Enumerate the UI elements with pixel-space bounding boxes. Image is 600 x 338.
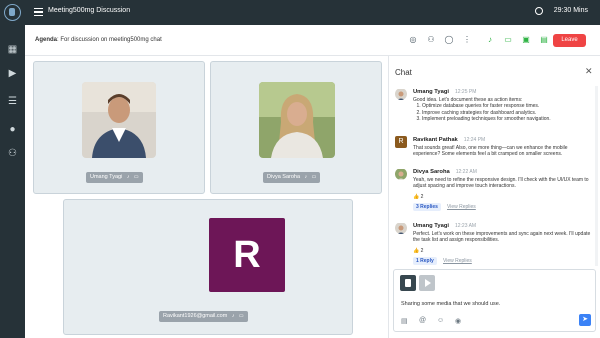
avatar: R [395, 136, 407, 148]
meeting-title: Meeting500mg Discussion [48, 7, 131, 14]
send-button[interactable]: ➤ [579, 314, 591, 326]
avatar [395, 88, 407, 100]
message-time: 12:23 AM [454, 223, 477, 229]
message-body: Perfect. Let's work on these improvement… [413, 231, 591, 244]
message-author: Umang Tyagi [413, 223, 449, 229]
message-author: Umang Tyagi [413, 89, 449, 95]
reaction-thumbs-up[interactable]: 👍 2 [413, 248, 423, 254]
message-body: Yeah, we need to refine the responsive d… [413, 177, 589, 190]
message-time: 12:25 PM [454, 89, 477, 95]
document-attachment-icon[interactable] [400, 275, 416, 291]
reaction-thumbs-up[interactable]: 👍 2 [413, 194, 423, 200]
message-body: That sounds great! Also, one more thing—… [413, 145, 568, 158]
participant-tile[interactable]: Divya Saroha ♪ ▭ [210, 61, 382, 194]
mic-icon: ♪ [304, 174, 308, 180]
record-icon[interactable]: ▤ [539, 35, 549, 45]
camera-off-icon: ▭ [238, 313, 244, 319]
camera-off-icon: ▭ [133, 174, 139, 180]
message-time: 12:22 AM [455, 169, 477, 175]
video-attachment-icon[interactable] [419, 275, 435, 291]
target-icon[interactable]: ◎ [408, 35, 418, 45]
message-author-line: Divya Saroha 12:22 AM [413, 169, 477, 175]
layers-icon[interactable]: ☰ [7, 96, 18, 107]
mention-icon[interactable]: @ [419, 317, 426, 324]
chat-message: Umang Tyagi 12:25 PM Good idea. Let's doc… [395, 88, 595, 130]
mic-icon[interactable]: ♪ [485, 35, 495, 45]
action-item: Implement preloading techniques for smoo… [422, 116, 595, 122]
participant-name: Ravikant1926@gmail.com [163, 313, 228, 319]
participant-name-tag: Ravikant1926@gmail.com ♪ ▭ [159, 311, 248, 322]
leave-button[interactable]: Leave [553, 34, 586, 47]
avatar [395, 222, 407, 234]
participants-icon[interactable]: ⚇ [426, 35, 436, 45]
more-icon[interactable]: ⋮ [462, 35, 472, 45]
agenda-label: Agenda [35, 37, 58, 43]
participant-photo [82, 82, 156, 158]
grid-icon[interactable]: ▦ [7, 44, 18, 55]
camera-off-icon: ▭ [311, 174, 317, 180]
mic-icon: ♪ [231, 313, 235, 319]
chat-message: Umang Tyagi 12:23 AM Perfect. Let's work … [395, 222, 595, 268]
eye-icon[interactable]: ◉ [455, 317, 461, 325]
chat-bubble-icon[interactable]: ● [7, 124, 18, 135]
replies-button[interactable]: 1 Reply [413, 257, 437, 265]
participant-tile[interactable]: R Ravikant1926@gmail.com ♪ ▭ [63, 199, 353, 335]
participant-photo [259, 82, 335, 158]
agenda-text: : For discussion on meeting500mg chat [57, 37, 162, 43]
message-author-line: Ravikant Pathak 12:24 PM [413, 137, 485, 143]
app-logo [4, 4, 21, 21]
view-replies-link[interactable]: View Replies [443, 258, 472, 264]
meeting-timer: 29:30 Mins [553, 7, 588, 14]
chat-title: Chat [395, 68, 412, 77]
chat-icon[interactable]: ◯ [444, 35, 454, 45]
view-replies-link[interactable]: View Replies [447, 204, 476, 210]
message-author: Ravikant Pathak [413, 137, 458, 143]
message-author-line: Umang Tyagi 12:25 PM [413, 89, 476, 95]
action-item-list: Optimize database queries for faster res… [413, 103, 595, 122]
participant-name: Divya Saroha [267, 174, 301, 180]
agenda: Agenda: For discussion on meeting500mg c… [35, 37, 162, 43]
clock-icon [535, 7, 543, 15]
message-input[interactable]: Sharing some media that we should use. [401, 301, 500, 307]
chat-message: R Ravikant Pathak 12:24 PM That sounds gr… [395, 136, 595, 164]
participant-tile[interactable]: Umang Tyagi ♪ ▭ [33, 61, 205, 194]
avatar [395, 168, 407, 180]
close-icon[interactable]: ✕ [585, 66, 593, 77]
chat-scrollbar[interactable] [595, 86, 598, 266]
message-author: Divya Saroha [413, 169, 450, 175]
message-composer[interactable]: Sharing some media that we should use. ▤… [393, 269, 596, 332]
mic-icon: ♪ [126, 174, 130, 180]
message-author-line: Umang Tyagi 12:23 AM [413, 223, 476, 229]
video-stage: Umang Tyagi ♪ ▭ Divya Saroha ♪ ▭ R Ravik… [25, 56, 388, 338]
people-icon[interactable]: ⚇ [7, 148, 18, 159]
participant-name: Umang Tyagi [90, 174, 123, 180]
chat-panel: Chat ✕ Umang Tyagi 12:25 PM Good idea. Le… [388, 56, 600, 338]
replies-button[interactable]: 3 Replies [413, 203, 441, 211]
file-icon[interactable]: ▤ [401, 317, 408, 325]
participant-avatar: R [209, 218, 285, 292]
participant-name-tag: Umang Tyagi ♪ ▭ [86, 172, 143, 183]
menu-icon[interactable] [34, 8, 43, 16]
video-icon[interactable]: ▶ [7, 68, 18, 79]
agenda-bar: Agenda: For discussion on meeting500mg c… [25, 25, 600, 56]
screen-share-icon[interactable]: ▣ [521, 35, 531, 45]
message-body: Good idea. Let's document these as actio… [413, 97, 595, 123]
top-bar: Meeting500mg Discussion 29:30 Mins [25, 0, 600, 25]
participant-name-tag: Divya Saroha ♪ ▭ [263, 172, 321, 183]
camera-icon[interactable]: ▭ [503, 35, 513, 45]
chat-message: Divya Saroha 12:22 AM Yeah, we need to re… [395, 168, 595, 214]
left-rail: ▦ ▶ ☰ ● ⚇ [0, 0, 25, 338]
emoji-icon[interactable]: ☺ [437, 317, 444, 324]
message-time: 12:24 PM [463, 137, 486, 143]
